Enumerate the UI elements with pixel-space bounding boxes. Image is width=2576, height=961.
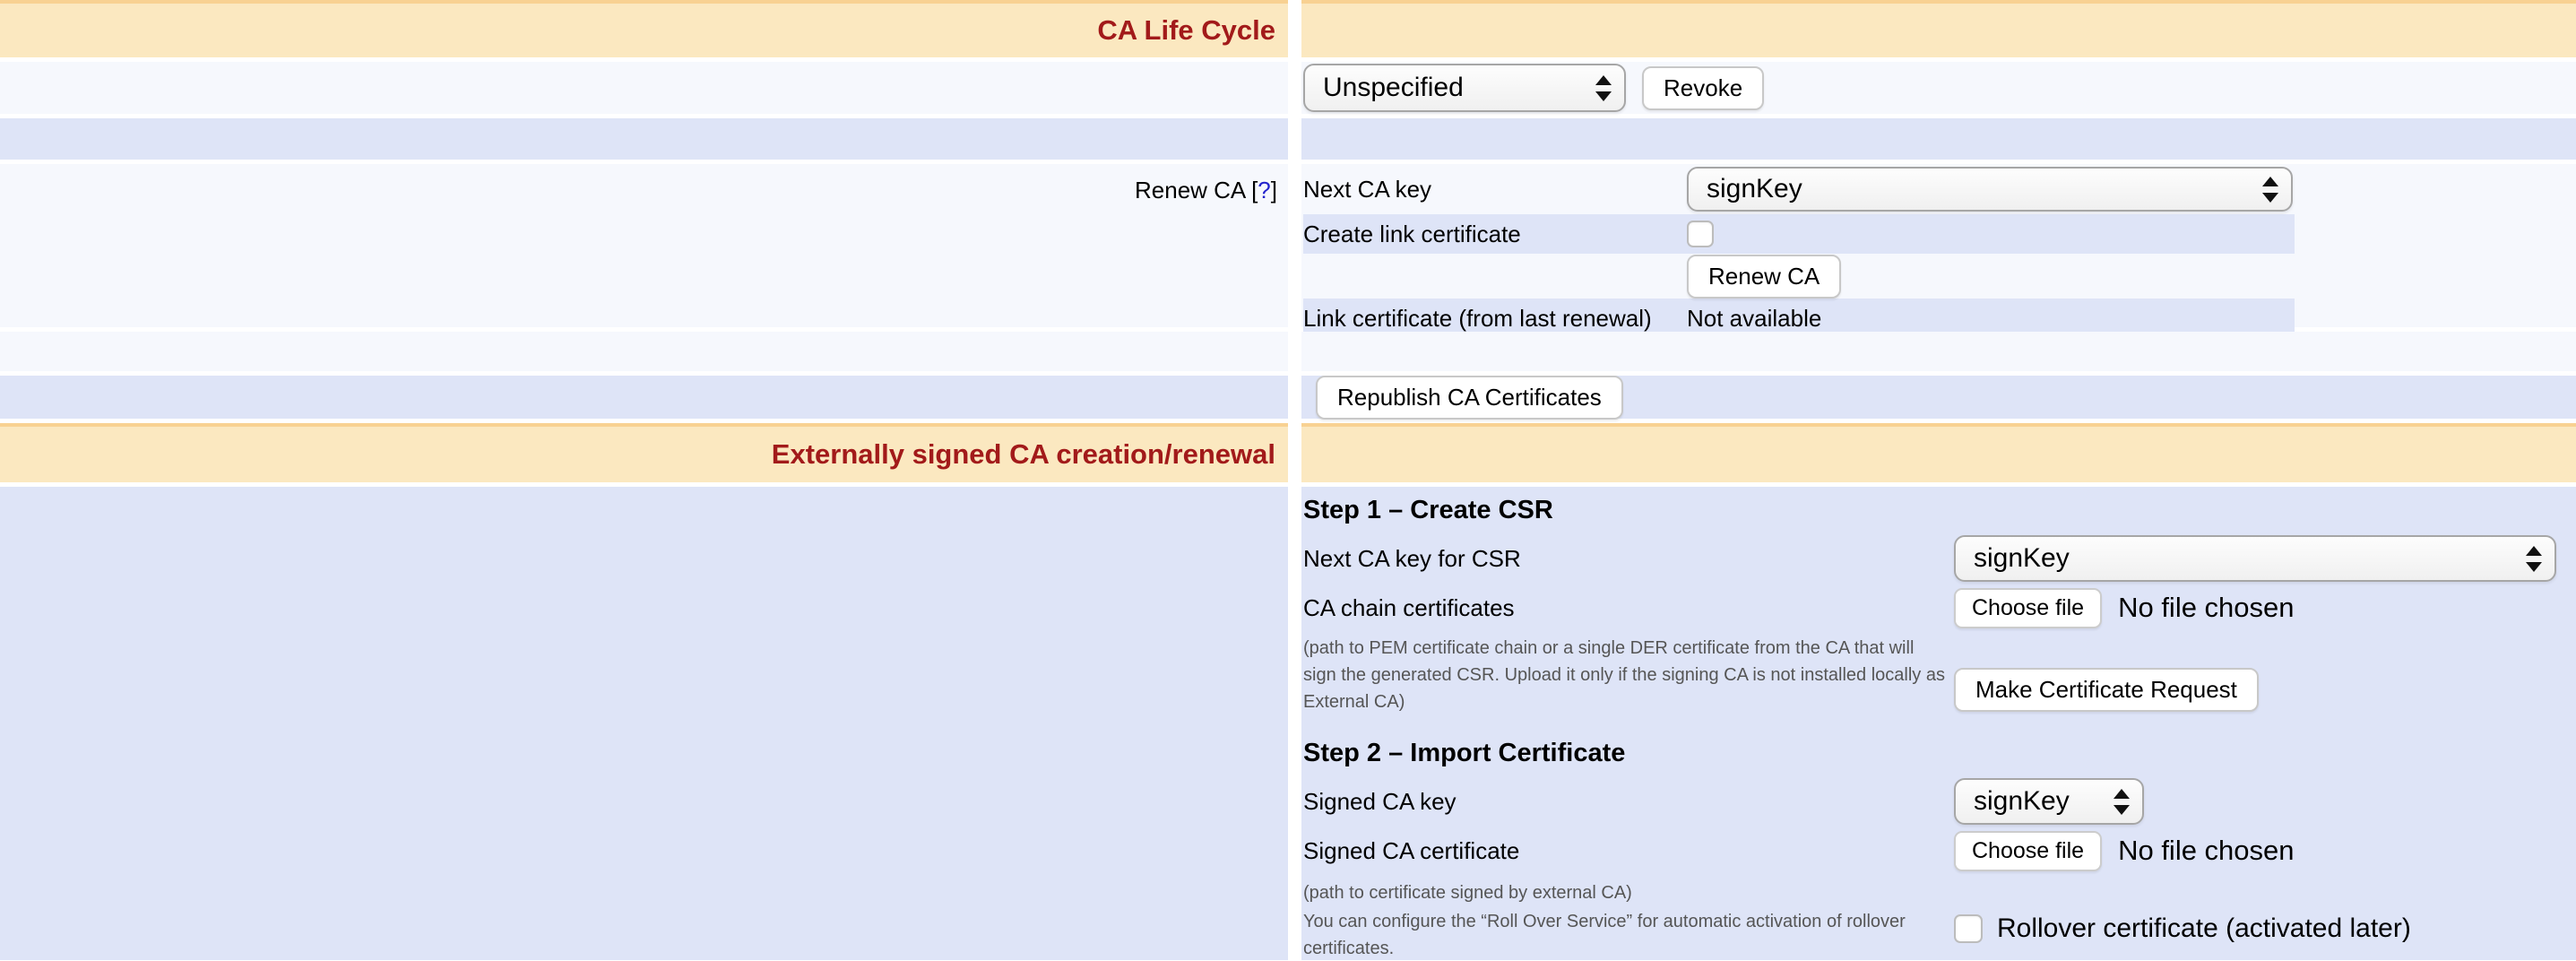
signed-ca-key-label: Signed CA key xyxy=(1303,788,1954,816)
externally-signed-field-cell: Step 1 – Create CSR Next CA key for CSR … xyxy=(1301,487,2576,960)
edit-ca-page: CA Life Cycle Unspecified Revoke Renew C… xyxy=(0,0,2576,961)
spacer-row-2 xyxy=(0,332,2576,371)
step2-choose-file-button[interactable]: Choose file xyxy=(1954,831,2102,871)
select-arrows-icon xyxy=(1581,75,1612,101)
signed-ca-key-select[interactable]: signKey xyxy=(1954,778,2144,825)
select-arrows-icon xyxy=(2099,789,2130,815)
step2-key-row: Signed CA key signKey xyxy=(1303,777,2556,826)
revocation-row-field-cell: Unspecified Revoke xyxy=(1301,62,2576,114)
renew-ca-button-row: Renew CA xyxy=(1303,256,2295,296)
renew-ca-label-bracket: ] xyxy=(1271,177,1277,203)
externally-signed-title: Externally signed CA creation/renewal xyxy=(772,438,1275,471)
republish-label-cell xyxy=(0,376,1288,419)
revocation-reason-value: Unspecified xyxy=(1323,73,1464,103)
step1-file-input: Choose file No file chosen xyxy=(1954,588,2295,628)
create-link-certificate-checkbox[interactable] xyxy=(1687,221,1714,247)
revocation-row: Unspecified Revoke xyxy=(0,62,2576,114)
externally-signed-label-cell xyxy=(0,487,1288,960)
section-header-cell-right xyxy=(1301,0,2576,57)
section-header-row-externally-signed: Externally signed CA creation/renewal xyxy=(0,423,2576,482)
spacer-row-1 xyxy=(0,118,2576,160)
step1-next-key-row: Next CA key for CSR signKey xyxy=(1303,534,2556,583)
steps-container: Step 1 – Create CSR Next CA key for CSR … xyxy=(1301,487,2576,961)
spacer-cell xyxy=(0,118,1288,160)
rollover-certificate-checkbox[interactable] xyxy=(1954,914,1983,943)
ca-chain-certificates-label: CA chain certificates xyxy=(1303,594,1954,622)
create-link-certificate-label: Create link certificate xyxy=(1303,221,1687,248)
revocation-reason-select[interactable]: Unspecified xyxy=(1303,64,1626,112)
section-header-cell-left: Externally signed CA creation/renewal xyxy=(0,423,1288,482)
rollover-certificate-field: Rollover certificate (activated later) xyxy=(1954,913,2411,944)
spacer-cell xyxy=(1301,118,2576,160)
step2-file-status: No file chosen xyxy=(2118,835,2294,867)
make-certificate-request-button[interactable]: Make Certificate Request xyxy=(1954,668,2259,712)
republish-field-cell: Republish CA Certificates xyxy=(1301,376,2576,419)
step2-file-input: Choose file No file chosen xyxy=(1954,831,2295,871)
link-certificate-value: Not available xyxy=(1687,305,1821,333)
next-ca-key-for-csr-select[interactable]: signKey xyxy=(1954,535,2556,582)
step1-file-status: No file chosen xyxy=(2118,592,2294,624)
renew-ca-inner-table: Next CA key signKey Create link certific… xyxy=(1303,164,2295,338)
republish-ca-certificates-button[interactable]: Republish CA Certificates xyxy=(1316,376,1623,420)
renew-ca-field-cell: Next CA key signKey Create link certific… xyxy=(1301,164,2576,327)
section-header-cell-right xyxy=(1301,423,2576,482)
step2-rollover-hint: You can configure the “Roll Over Service… xyxy=(1303,908,1945,961)
renew-ca-label: Renew CA [?] xyxy=(1135,177,1277,204)
republish-row: Republish CA Certificates xyxy=(0,376,2576,419)
renew-ca-label-cell: Renew CA [?] xyxy=(0,164,1288,327)
step2-file-row: Signed CA certificate Choose file No fil… xyxy=(1303,827,2556,874)
step1-file-row: CA chain certificates Choose file No fil… xyxy=(1303,584,2556,631)
externally-signed-row: Step 1 – Create CSR Next CA key for CSR … xyxy=(0,487,2576,960)
signed-ca-key-value: signKey xyxy=(1974,786,2070,817)
revocation-row-label-cell xyxy=(0,62,1288,114)
signed-ca-certificate-label: Signed CA certificate xyxy=(1303,837,1954,865)
section-header-row-ca-life-cycle: CA Life Cycle xyxy=(0,0,2576,57)
renew-ca-button[interactable]: Renew CA xyxy=(1687,255,1841,299)
next-ca-key-for-csr-value: signKey xyxy=(1974,543,2070,574)
create-link-certificate-row: Create link certificate xyxy=(1303,214,2295,254)
step1-choose-file-button[interactable]: Choose file xyxy=(1954,588,2102,628)
renew-ca-label-text: Renew CA [ xyxy=(1135,177,1258,203)
next-ca-key-label: Next CA key xyxy=(1303,176,1687,203)
spacer-cell xyxy=(0,332,1288,371)
next-ca-key-value: signKey xyxy=(1707,174,1802,204)
next-ca-key-for-csr-label: Next CA key for CSR xyxy=(1303,545,1954,573)
step2-path-hint: (path to certificate signed by external … xyxy=(1303,879,1945,906)
revoke-button[interactable]: Revoke xyxy=(1642,66,1764,110)
link-certificate-label: Link certificate (from last renewal) xyxy=(1303,305,1687,333)
ca-life-cycle-title: CA Life Cycle xyxy=(1097,14,1275,47)
next-ca-key-row: Next CA key signKey xyxy=(1303,166,2295,212)
step1-heading: Step 1 – Create CSR xyxy=(1303,496,2556,525)
select-arrows-icon xyxy=(2511,546,2542,572)
next-ca-key-select[interactable]: signKey xyxy=(1687,167,2293,212)
step1-hint-and-submit-row: (path to PEM certificate chain or a sing… xyxy=(1303,635,2556,715)
select-arrows-icon xyxy=(2248,177,2278,203)
step2-rollover-row: You can configure the “Roll Over Service… xyxy=(1303,908,2556,961)
rollover-certificate-label: Rollover certificate (activated later) xyxy=(1997,913,2411,944)
section-header-cell-left: CA Life Cycle xyxy=(0,0,1288,57)
renew-ca-help-link[interactable]: ? xyxy=(1258,177,1270,203)
step2-heading: Step 2 – Import Certificate xyxy=(1303,739,2556,768)
step1-hint: (path to PEM certificate chain or a sing… xyxy=(1303,635,1945,715)
spacer-cell xyxy=(1301,332,2576,371)
renew-ca-row: Renew CA [?] Next CA key signKey Create … xyxy=(0,164,2576,327)
